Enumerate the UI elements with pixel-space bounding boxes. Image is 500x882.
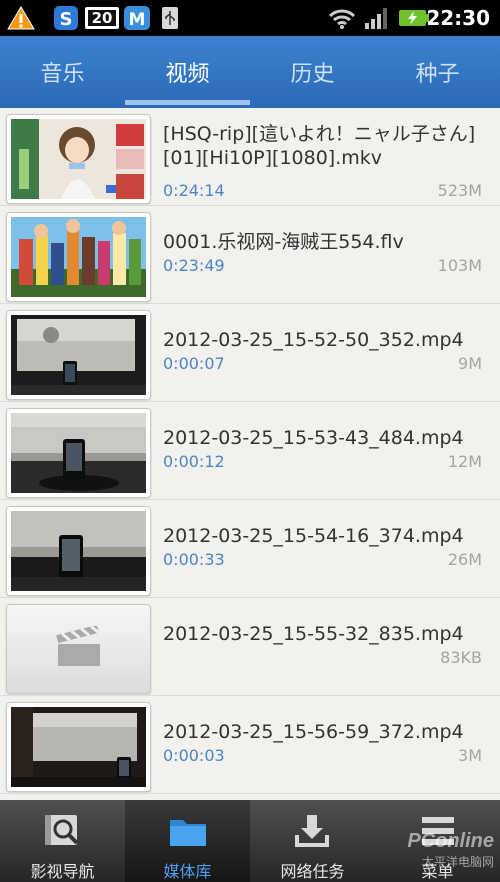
nav-label: 影视导航 bbox=[30, 862, 95, 881]
film-search-icon bbox=[43, 812, 83, 850]
video-title: 2012-03-25_15-55-32_835.mp4 bbox=[163, 623, 464, 645]
watermark: PConline 太平洋电脑网 bbox=[407, 830, 494, 870]
status-bar: S 20 M 22:30 bbox=[0, 0, 500, 36]
nav-network-tasks[interactable]: 网络任务 bbox=[250, 800, 375, 882]
list-item[interactable]: 2012-03-25_15-54-16_374.mp4 0:00:33 26M bbox=[0, 500, 500, 598]
video-size: 83KB bbox=[440, 648, 482, 667]
list-item[interactable]: 0001.乐视网-海贼王554.flv 0:23:49 103M bbox=[0, 206, 500, 304]
video-thumbnail bbox=[6, 604, 151, 694]
tab-music[interactable]: 音乐 bbox=[0, 36, 125, 108]
video-thumbnail bbox=[6, 310, 151, 400]
video-title: [HSQ-rip][這いよれ！ニャル子さん][01][Hi10P][1080].… bbox=[163, 123, 476, 169]
tab-video[interactable]: 视频 bbox=[125, 36, 250, 108]
video-size: 26M bbox=[447, 550, 482, 569]
watermark-sub: 太平洋电脑网 bbox=[421, 855, 494, 869]
video-thumbnail bbox=[6, 702, 151, 792]
clock: 22:30 bbox=[426, 6, 490, 30]
list-item[interactable]: 2012-03-25_15-53-43_484.mp4 0:00:12 12M bbox=[0, 402, 500, 500]
signal-icon bbox=[362, 5, 392, 31]
badge-20-icon: 20 bbox=[84, 5, 120, 31]
video-title: 2012-03-25_15-53-43_484.mp4 bbox=[163, 427, 464, 449]
video-duration: 0:23:49 bbox=[163, 256, 225, 275]
svg-text:M: M bbox=[129, 10, 146, 30]
video-size: 103M bbox=[437, 256, 482, 275]
video-duration: 0:00:12 bbox=[163, 452, 225, 471]
badge-20-text: 20 bbox=[91, 9, 113, 27]
video-duration: 0:00:07 bbox=[163, 354, 225, 373]
video-duration: 0:24:14 bbox=[163, 181, 225, 200]
video-title: 0001.乐视网-海贼王554.flv bbox=[163, 231, 404, 253]
folder-icon bbox=[168, 812, 208, 850]
sogou-s-icon: S bbox=[52, 5, 80, 31]
wifi-icon bbox=[326, 5, 358, 31]
video-thumbnail bbox=[6, 114, 151, 204]
maxthon-m-icon: M bbox=[122, 5, 152, 31]
video-thumbnail bbox=[6, 212, 151, 302]
divider bbox=[0, 793, 500, 794]
nav-media-library[interactable]: 媒体库 bbox=[125, 800, 250, 882]
category-tabs: 音乐 视频 历史 种子 bbox=[0, 36, 500, 108]
warning-icon bbox=[6, 5, 36, 31]
tab-torrent[interactable]: 种子 bbox=[375, 36, 500, 108]
video-size: 3M bbox=[458, 746, 482, 765]
nav-film-guide[interactable]: 影视导航 bbox=[0, 800, 125, 882]
svg-text:S: S bbox=[60, 9, 73, 30]
video-title: 2012-03-25_15-56-59_372.mp4 bbox=[163, 721, 464, 743]
tab-history[interactable]: 历史 bbox=[250, 36, 375, 108]
video-duration: 0:00:33 bbox=[163, 550, 225, 569]
video-title: 2012-03-25_15-52-50_352.mp4 bbox=[163, 329, 464, 351]
video-thumbnail bbox=[6, 506, 151, 596]
usb-icon bbox=[160, 5, 180, 31]
video-title: 2012-03-25_15-54-16_374.mp4 bbox=[163, 525, 464, 547]
download-icon bbox=[293, 812, 333, 850]
video-size: 12M bbox=[447, 452, 482, 471]
video-size: 9M bbox=[458, 354, 482, 373]
battery-charging-icon bbox=[398, 5, 430, 31]
list-item[interactable]: 2012-03-25_15-56-59_372.mp4 0:00:03 3M bbox=[0, 696, 500, 794]
video-thumbnail bbox=[6, 408, 151, 498]
list-item[interactable]: [HSQ-rip][這いよれ！ニャル子さん][01][Hi10P][1080].… bbox=[0, 108, 500, 206]
clapperboard-icon bbox=[55, 625, 102, 672]
nav-label: 媒体库 bbox=[163, 862, 212, 881]
video-duration: 0:00:03 bbox=[163, 746, 225, 765]
video-list: [HSQ-rip][這いよれ！ニャル子さん][01][Hi10P][1080].… bbox=[0, 108, 500, 800]
list-item[interactable]: 2012-03-25_15-52-50_352.mp4 0:00:07 9M bbox=[0, 304, 500, 402]
nav-label: 网络任务 bbox=[280, 862, 345, 881]
list-item[interactable]: 2012-03-25_15-55-32_835.mp4 83KB bbox=[0, 598, 500, 696]
watermark-brand: PConline bbox=[407, 830, 494, 852]
video-size: 523M bbox=[437, 181, 482, 200]
